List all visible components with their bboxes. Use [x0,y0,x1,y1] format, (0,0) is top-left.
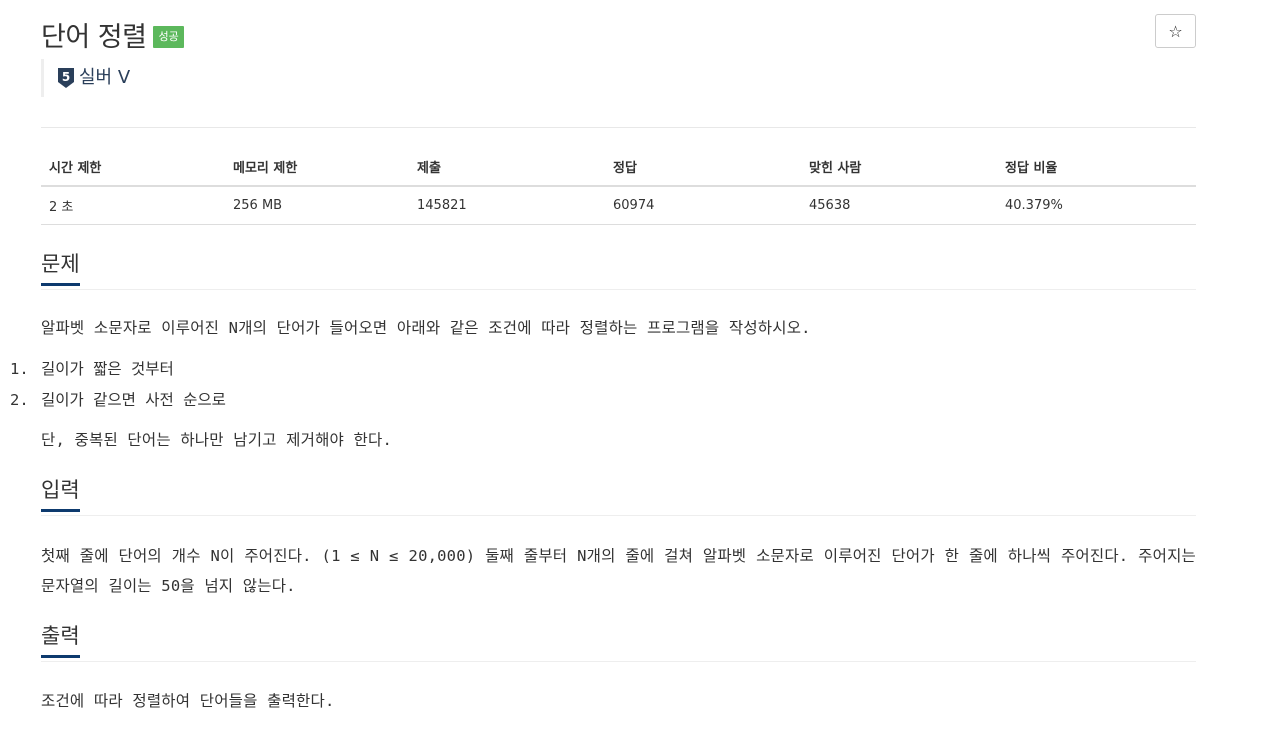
table-row: 2 초 256 MB 145821 60974 45638 40.379% [41,186,1196,225]
divider [41,127,1196,128]
page-title: 단어 정렬 [41,21,147,53]
favorite-star-button[interactable]: ☆ [1155,14,1196,48]
header-solvers: 맞힌 사람 [801,149,997,187]
output-section-header: 출력 [41,623,1196,662]
header-accept-ratio: 정답 비율 [997,149,1196,187]
description-intro: 알파벳 소문자로 이루어진 N개의 단어가 들어오면 아래와 같은 조건에 따라… [41,319,811,337]
condition-list: 1. 길이가 짧은 것부터 2. 길이가 같으면 사전 순으로 [0,354,226,416]
star-icon: ☆ [1168,21,1183,41]
input-section-title: 입력 [41,477,80,512]
value-accept-ratio: 40.379% [997,186,1196,225]
header-accepted: 정답 [605,149,801,187]
title-row: 단어 정렬 성공 [41,14,184,54]
header-time-limit: 시간 제한 [41,149,225,187]
value-accepted: 60974 [605,186,801,225]
list-item-number: 2. [10,391,29,409]
tier-block: 5 실버 V [41,59,130,97]
silver-tier-icon: 5 [57,67,75,89]
problem-info-table: 시간 제한 메모리 제한 제출 정답 맞힌 사람 정답 비율 2 초 256 M… [41,149,1196,225]
header-submissions: 제출 [409,149,605,187]
table-header-row: 시간 제한 메모리 제한 제출 정답 맞힌 사람 정답 비율 [41,149,1196,187]
description-section-header: 문제 [41,251,1196,290]
description-section-title: 문제 [41,251,80,286]
list-item: 2. 길이가 같으면 사전 순으로 [0,385,226,416]
list-item-number: 1. [10,360,29,378]
header-memory-limit: 메모리 제한 [225,149,409,187]
tier-level-digit: 5 [62,70,70,84]
description-note: 단, 중복된 단어는 하나만 남기고 제거해야 한다. [41,431,392,449]
value-time-limit: 2 초 [41,186,225,225]
input-description: 첫째 줄에 단어의 개수 N이 주어진다. (1 ≤ N ≤ 20,000) 둘… [41,547,1196,595]
output-description: 조건에 따라 정렬하여 단어들을 출력한다. [41,692,335,710]
list-item-text: 길이가 짧은 것부터 [41,360,174,378]
value-submissions: 145821 [409,186,605,225]
status-badge: 성공 [153,26,184,48]
value-memory-limit: 256 MB [225,186,409,225]
output-section-title: 출력 [41,623,80,658]
value-solvers: 45638 [801,186,997,225]
list-item-text: 길이가 같으면 사전 순으로 [41,391,226,409]
tier-label[interactable]: 실버 V [79,67,130,89]
input-section-header: 입력 [41,477,1196,516]
list-item: 1. 길이가 짧은 것부터 [0,354,226,385]
